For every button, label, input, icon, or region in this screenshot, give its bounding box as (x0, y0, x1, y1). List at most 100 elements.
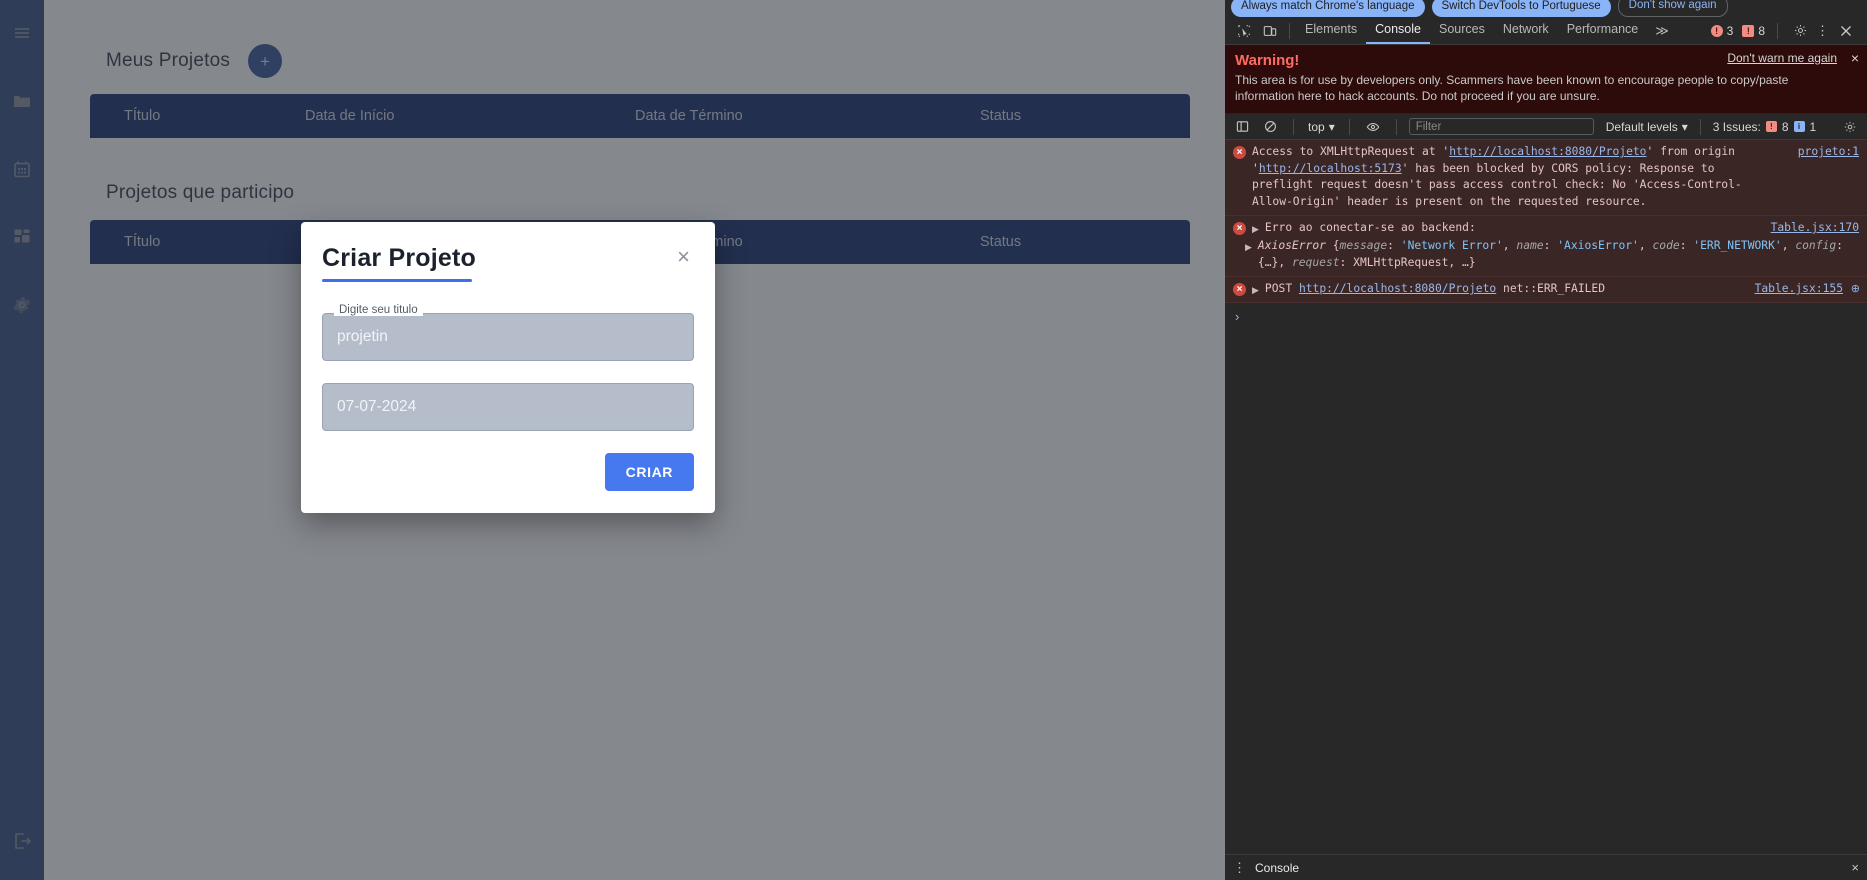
console-prompt[interactable]: › (1225, 303, 1867, 330)
issues-badge[interactable]: 3 Issues: ! 8 i 1 (1713, 120, 1816, 134)
issues-label: 3 Issues: (1712, 119, 1761, 134)
warning-icon: ! (1742, 24, 1755, 37)
date-input[interactable]: 07-07-2024 (322, 383, 694, 431)
field-name-code: code (1652, 239, 1680, 253)
warning-body-text: This area is for use by developers only.… (1235, 73, 1789, 104)
warning-close-icon[interactable]: × (1851, 50, 1859, 66)
error-count-badge[interactable]: ! 3 (1708, 24, 1737, 38)
dialog-header: Criar Projeto × (322, 244, 694, 282)
object-preview: AxiosError {message: 'Network Error', na… (1257, 239, 1843, 269)
error-icon: × (1233, 221, 1246, 235)
tab-network[interactable]: Network (1494, 17, 1558, 44)
more-options-icon[interactable]: ⋮ (1816, 23, 1830, 39)
create-project-dialog: Criar Projeto × Digite seu titulo projet… (301, 222, 715, 513)
filter-bar-right (1839, 116, 1861, 138)
devtools-drawer: ⋮ Console × (1225, 854, 1867, 880)
filter-divider-2 (1348, 118, 1350, 135)
close-icon[interactable] (1833, 18, 1859, 44)
source-link[interactable]: Table.jsx:170 (1771, 221, 1859, 234)
field-name-name: name (1516, 239, 1544, 253)
expand-arrow-icon[interactable]: ▶ (1252, 224, 1259, 235)
execution-context-value: top (1308, 119, 1325, 134)
http-method: POST (1264, 282, 1293, 295)
console-message-row: × ▶ Erro ao conectar-se ao backend: Tabl… (1233, 220, 1859, 236)
chevron-down-icon-levels: ▾ (1681, 119, 1688, 134)
dialog-title: Criar Projeto (322, 244, 477, 272)
network-request-icon[interactable]: ⊕ (1851, 282, 1860, 295)
console-message-cors[interactable]: × Access to XMLHttpRequest at 'http://lo… (1225, 140, 1867, 216)
close-icon[interactable]: × (673, 244, 694, 270)
tabbar-right-group: ! 3 ! 8 ⋮ (1708, 18, 1861, 44)
devtools-panel: Always match Chrome's language Switch De… (1225, 0, 1867, 880)
field-name-request: request (1291, 255, 1340, 269)
application-window: Meus Projetos + TÍtulo Data de Início Da… (0, 0, 1225, 880)
console-sidebar-icon[interactable] (1231, 116, 1253, 138)
filter-divider-4 (1699, 118, 1701, 135)
log-levels-dropdown[interactable]: Default levels ▾ (1606, 120, 1688, 134)
title-input[interactable]: projetin (322, 313, 694, 361)
device-toolbar-icon[interactable] (1257, 18, 1283, 44)
tabbar-divider-2 (1777, 22, 1778, 39)
field-name-message: message (1339, 239, 1388, 253)
drawer-tab-console[interactable]: Console (1255, 861, 1299, 875)
filter-divider-3 (1395, 118, 1397, 135)
error-count-value: 3 (1726, 23, 1734, 38)
language-prompt-bar: Always match Chrome's language Switch De… (1225, 0, 1867, 17)
tab-performance[interactable]: Performance (1558, 17, 1648, 44)
clear-console-icon[interactable] (1259, 116, 1281, 138)
more-tabs-icon[interactable]: ≫ (1647, 23, 1677, 39)
issues-error-count: 8 (1781, 119, 1789, 134)
field-value-config: {…} (1257, 255, 1279, 269)
request-url-link[interactable]: http://localhost:8080/Projeto (1449, 145, 1646, 158)
console-message-post-failed[interactable]: × ▶ POST http://localhost:8080/Projeto n… (1225, 277, 1867, 304)
object-constructor: AxiosError (1257, 239, 1326, 253)
console-message-text: Access to XMLHttpRequest at 'http://loca… (1252, 145, 1742, 208)
inspect-element-icon[interactable] (1231, 18, 1257, 44)
devtools-warning-banner: Warning! This area is for use by develop… (1225, 45, 1867, 115)
switch-language-button[interactable]: Switch DevTools to Portuguese (1431, 0, 1611, 17)
title-underline (322, 279, 472, 282)
drawer-more-icon[interactable]: ⋮ (1233, 860, 1247, 876)
object-ellipsis: …} (1461, 255, 1476, 269)
source-link[interactable]: projeto:1 (1798, 145, 1859, 158)
create-button[interactable]: CRIAR (604, 453, 694, 491)
console-message-backend-error[interactable]: × ▶ Erro ao conectar-se ao backend: Tabl… (1225, 215, 1867, 277)
devtools-tabbar: Elements Console Sources Network Perform… (1225, 17, 1867, 45)
tab-console[interactable]: Console (1366, 17, 1430, 44)
warning-count-value: 8 (1758, 23, 1765, 38)
filter-input[interactable] (1408, 118, 1594, 136)
network-status: net::ERR_FAILED (1503, 282, 1606, 295)
prompt-chevron-icon: › (1235, 309, 1240, 325)
request-url-link[interactable]: http://localhost:8080/Projeto (1299, 282, 1496, 295)
title-field-wrapper: Digite seu titulo projetin (322, 304, 694, 361)
dont-show-again-button[interactable]: Don't show again (1617, 0, 1728, 17)
expand-arrow-icon[interactable]: ▶ (1252, 285, 1259, 296)
console-messages: × Access to XMLHttpRequest at 'http://lo… (1225, 140, 1867, 854)
match-chrome-language-button[interactable]: Always match Chrome's language (1231, 0, 1425, 17)
source-link[interactable]: Table.jsx:155 (1755, 282, 1843, 295)
issues-message-count: 1 (1809, 119, 1817, 134)
dialog-title-block: Criar Projeto (322, 244, 476, 282)
warning-count-badge[interactable]: ! 8 (1739, 24, 1768, 38)
gear-icon[interactable] (1787, 18, 1813, 44)
field-value-message: 'Network Error' (1400, 239, 1503, 253)
axios-error-object[interactable]: ▶ AxiosError {message: 'Network Error', … (1233, 238, 1859, 271)
error-icon: × (1233, 283, 1246, 296)
tab-elements[interactable]: Elements (1296, 17, 1366, 44)
error-icon: × (1233, 146, 1246, 160)
console-settings-icon[interactable] (1839, 116, 1861, 138)
dialog-actions: CRIAR (322, 453, 694, 491)
execution-context-dropdown[interactable]: top ▾ (1306, 120, 1337, 134)
live-expression-icon[interactable] (1362, 116, 1384, 138)
console-filter-bar: top ▾ Default levels ▾ 3 Issues: ! 8 i (1225, 114, 1867, 141)
chevron-down-icon: ▾ (1328, 119, 1335, 134)
log-levels-value: Default levels (1605, 119, 1678, 134)
field-value-request: XMLHttpRequest (1353, 255, 1449, 269)
expand-arrow-icon-object[interactable]: ▶ (1245, 242, 1252, 271)
field-value-code: 'ERR_NETWORK' (1693, 239, 1782, 253)
tab-sources[interactable]: Sources (1430, 17, 1494, 44)
drawer-close-icon[interactable]: × (1851, 860, 1859, 875)
dont-warn-again-link[interactable]: Don't warn me again (1727, 51, 1837, 65)
origin-url-link[interactable]: http://localhost:5173 (1259, 162, 1402, 175)
filter-divider-1 (1293, 118, 1294, 135)
